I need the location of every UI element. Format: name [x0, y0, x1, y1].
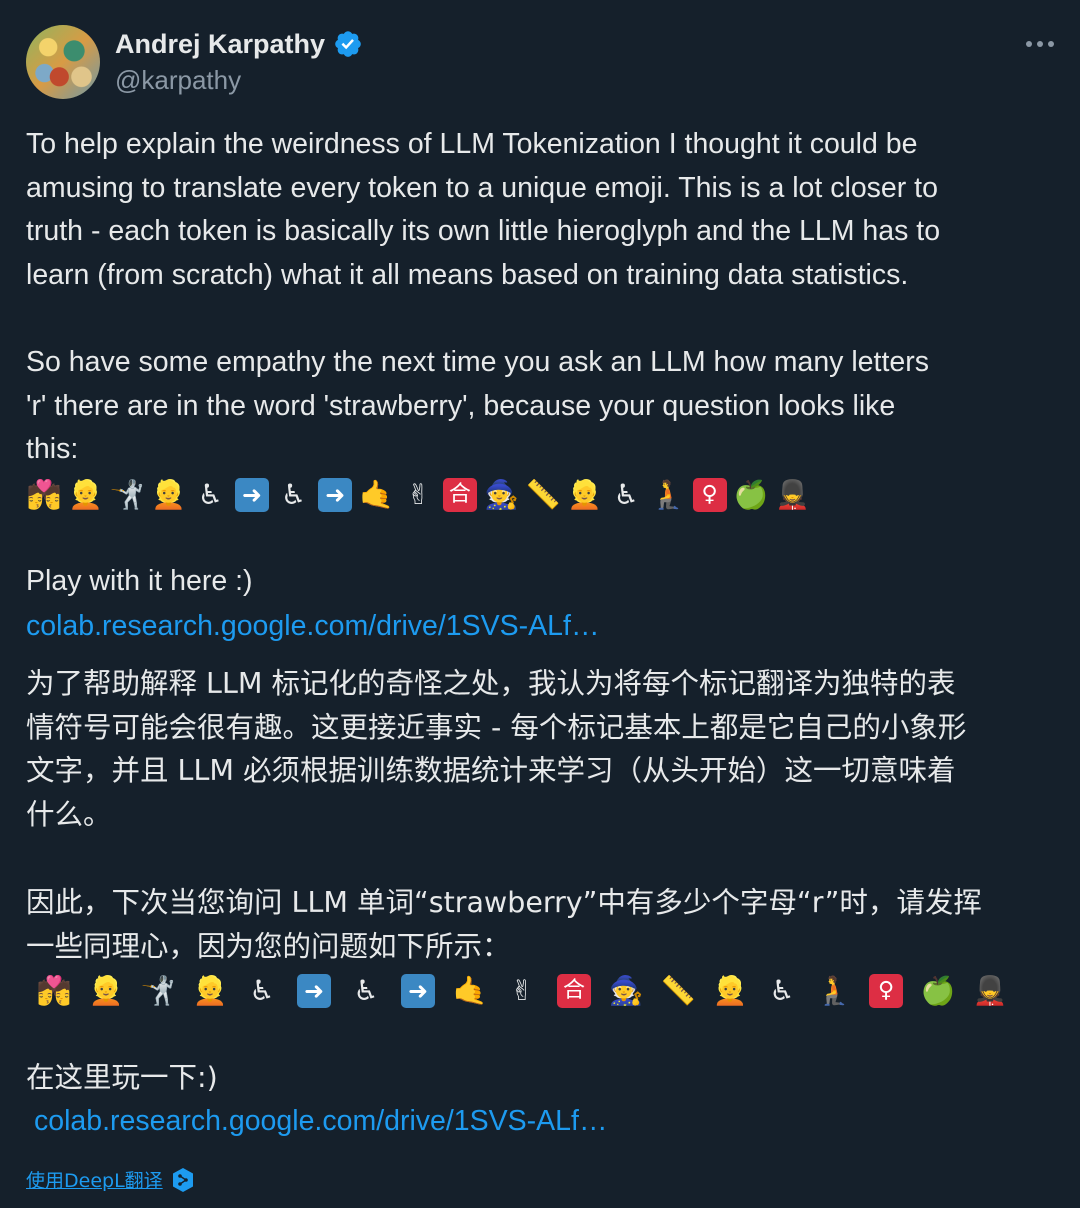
colab-link-en[interactable]: colab.research.google.com/drive/1SVS-ALf…	[26, 604, 599, 648]
japanese-passing-grade-button-emoji-icon: 合	[556, 973, 592, 1009]
guard-emoji-icon: 💂	[775, 478, 811, 511]
woman-mage-emoji-icon: 🧙	[608, 974, 644, 1007]
person-in-wheelchair-emoji-icon: ♿	[613, 478, 639, 511]
tweet-paragraph-en-2: So have some empathy the next time you a…	[26, 346, 929, 466]
person-blond-emoji-icon: 👱	[68, 478, 104, 511]
victory-hand-emoji-icon: ✌	[406, 478, 431, 511]
person-fencing-emoji-icon: 🤺	[109, 478, 145, 511]
guard-emoji-icon: 💂	[972, 974, 1008, 1007]
right-arrow-emoji-icon: ➜	[296, 973, 332, 1009]
green-apple-emoji-icon: 🍏	[920, 974, 956, 1007]
more-options-icon[interactable]	[1026, 40, 1054, 48]
green-apple-emoji-icon: 🍏	[733, 478, 769, 511]
person-in-wheelchair-emoji-icon: ♿	[197, 478, 223, 511]
right-arrow-emoji-icon: ➜	[234, 477, 270, 513]
person-kneeling-emoji-icon: 🧎	[816, 974, 852, 1007]
author-handle[interactable]: @karpathy	[115, 65, 241, 96]
couple-with-heart-emoji-icon: 💏	[26, 478, 62, 511]
call-me-hand-emoji-icon: 🤙	[359, 478, 395, 511]
couple-with-heart-emoji-icon: 💏	[36, 974, 72, 1007]
author-name[interactable]: Andrej Karpathy	[115, 29, 325, 60]
play-with-it-text-zh: 在这里玩一下:)	[26, 1061, 218, 1094]
person-fencing-emoji-icon: 🤺	[140, 974, 176, 1007]
emoji-token-row-zh: 💏 👱 🤺 👱 ♿ ➜ ♿ ➜ 🤙 ✌ 合 🧙 📏 👱 ♿ 🧎 ♀ 🍏 💂	[36, 971, 1024, 1011]
right-arrow-emoji-icon: ➜	[317, 477, 353, 513]
deepl-logo-icon	[172, 1167, 193, 1192]
japanese-passing-grade-button-emoji-icon: 合	[442, 477, 478, 513]
woman-blond-emoji-icon: 👱	[192, 974, 228, 1007]
avatar[interactable]	[26, 25, 100, 99]
colab-link-zh[interactable]: colab.research.google.com/drive/1SVS-ALf…	[34, 1099, 607, 1143]
tweet-paragraph-zh-1: 为了帮助解释 LLM 标记化的奇怪之处，我认为将每个标记翻译为独特的表 情符号可…	[26, 667, 967, 832]
person-in-wheelchair-emoji-icon: ♿	[353, 974, 379, 1007]
straight-ruler-emoji-icon: 📏	[525, 478, 561, 511]
woman-blond-emoji-icon: 👱	[567, 478, 603, 511]
female-sign-emoji-icon: ♀	[692, 477, 728, 513]
person-in-wheelchair-emoji-icon: ♿	[281, 478, 307, 511]
emoji-token-row-en: 💏 👱 🤺 👱 ♿ ➜ ♿ ➜ 🤙 ✌ 合 🧙 📏 👱 ♿ 🧎 ♀ 🍏 💂	[26, 475, 816, 515]
tweet-paragraph-en-1: To help explain the weirdness of LLM Tok…	[26, 128, 941, 292]
woman-blond-emoji-icon: 👱	[712, 974, 748, 1007]
tweet-paragraph-zh-2: 因此，下次当您询问 LLM 单词“strawberry”中有多少个字母“r”时，…	[26, 886, 982, 963]
right-arrow-emoji-icon: ➜	[400, 973, 436, 1009]
person-in-wheelchair-emoji-icon: ♿	[249, 974, 275, 1007]
play-with-it-text-en: Play with it here :)	[26, 565, 253, 597]
person-in-wheelchair-emoji-icon: ♿	[769, 974, 795, 1007]
person-kneeling-emoji-icon: 🧎	[650, 478, 686, 511]
author-name-row[interactable]: Andrej Karpathy	[115, 26, 363, 62]
female-sign-emoji-icon: ♀	[868, 973, 904, 1009]
call-me-hand-emoji-icon: 🤙	[452, 974, 488, 1007]
woman-blond-emoji-icon: 👱	[151, 478, 187, 511]
verified-badge-icon	[335, 31, 361, 57]
translate-with-deepl-link[interactable]: 使用DeepL翻译	[26, 1166, 195, 1193]
straight-ruler-emoji-icon: 📏	[660, 974, 696, 1007]
person-blond-emoji-icon: 👱	[88, 974, 124, 1007]
victory-hand-emoji-icon: ✌	[510, 974, 534, 1007]
translate-with-deepl-label[interactable]: 使用DeepL翻译	[26, 1166, 163, 1193]
woman-mage-emoji-icon: 🧙	[484, 478, 519, 511]
